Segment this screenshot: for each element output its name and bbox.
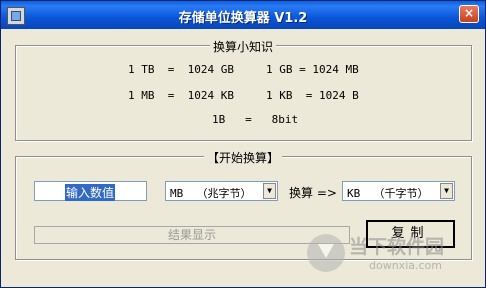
watermark-text: 当下软件园 <box>349 236 445 258</box>
convert-legend: 【开始换算】 <box>204 149 283 166</box>
chevron-down-icon[interactable]: ▼ <box>440 183 453 199</box>
info-line-1b: 1 GB = 1024 MB <box>266 63 359 76</box>
to-unit-value: KB （千字节） <box>347 187 429 200</box>
watermark: 当下软件园 downxia.com <box>307 232 477 282</box>
watermark-logo-icon <box>307 234 345 272</box>
window-title: 存储单位换算器 V1.2 <box>178 11 308 26</box>
value-input[interactable]: 输入数值 <box>34 181 147 201</box>
app-window: 存储单位换算器 V1.2 × 换算小知识 1 TB = 1024 GB 1 GB… <box>0 0 486 288</box>
watermark-subtext: downxia.com <box>369 259 442 272</box>
info-line-1a: 1 TB = 1024 GB <box>128 63 234 76</box>
convert-arrow-label: 换算 => <box>289 186 337 200</box>
from-unit-select[interactable]: MB （兆字节） ▼ <box>165 181 278 201</box>
value-input-text: 输入数值 <box>65 184 116 201</box>
title-bar[interactable]: 存储单位换算器 V1.2 × <box>1 1 485 29</box>
info-legend: 换算小知识 <box>210 38 277 55</box>
info-groupbox: 换算小知识 1 TB = 1024 GB 1 GB = 1024 MB 1 MB… <box>15 38 472 141</box>
to-unit-select[interactable]: KB （千字节） ▼ <box>342 181 455 201</box>
from-unit-value: MB （兆字节） <box>170 187 252 200</box>
info-line-2b: 1 KB = 1024 B <box>266 89 359 102</box>
close-button[interactable]: × <box>459 5 479 23</box>
result-field[interactable]: 结果显示 <box>34 226 350 244</box>
info-line-2a: 1 MB = 1024 KB <box>128 89 234 102</box>
info-line-3: 1B = 8bit <box>212 113 299 126</box>
chevron-down-icon[interactable]: ▼ <box>263 183 276 199</box>
